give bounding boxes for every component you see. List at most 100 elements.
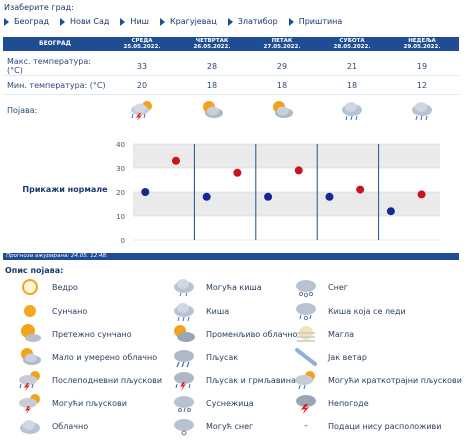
mostly-sunny-icon: [14, 323, 46, 345]
y-tick-label: 30: [116, 165, 125, 173]
legend-item: Могућа киша: [168, 276, 262, 298]
legend-label: Могућа киша: [206, 282, 262, 292]
legend-item: Киша: [168, 300, 229, 322]
city-label: Златибор: [237, 17, 278, 26]
legend-item: Сунчано: [14, 300, 87, 322]
city-link-pristina[interactable]: Приштина: [288, 17, 343, 26]
legend-label: Непогоде: [328, 398, 369, 408]
max-temp-value: 28: [206, 61, 218, 71]
possible-snow-icon: [168, 415, 200, 437]
fog-icon: [290, 323, 322, 345]
possible-showers-icon: [14, 392, 46, 414]
legend-item: Облачно: [14, 415, 88, 437]
thunder-shower-icon: [168, 369, 200, 391]
max-temp-point: [233, 168, 242, 177]
show-normals-link[interactable]: Прикажи нормале: [22, 185, 108, 194]
min-temp-value: 20: [136, 80, 148, 90]
legend-label: Претежно сунчано: [52, 329, 132, 339]
day-date: 27.05.2022.: [263, 44, 301, 50]
legend-item: Снег: [290, 276, 348, 298]
header-day: ПЕТАК 27.05.2022.: [247, 37, 317, 51]
legend-label: Јак ветар: [328, 352, 367, 362]
city-link-beograd[interactable]: Београд: [4, 17, 49, 26]
partly-cloudy-icon: [247, 99, 317, 121]
short-showers-icon: [290, 369, 322, 391]
day-date: 25.05.2022.: [123, 44, 161, 50]
possible-rain-icon: [168, 276, 200, 298]
y-tick-label: 40: [116, 141, 125, 149]
day-date: 26.05.2022.: [193, 44, 231, 50]
rain-icon: [387, 99, 457, 121]
sun-icon: [14, 300, 46, 322]
afternoon-showers-icon: [14, 369, 46, 391]
min-temp-point: [141, 188, 150, 196]
legend-label: Магла: [328, 329, 355, 339]
legend-label: Суснежица: [206, 398, 254, 408]
max-temp-point: [356, 185, 365, 194]
legend-item: Могућ снег: [168, 415, 253, 437]
y-tick-label: 10: [116, 213, 125, 221]
header-day: СУБОТА 28.05.2022.: [317, 37, 387, 51]
legend-item: Претежно сунчано: [14, 323, 132, 345]
legend-label: Снег: [328, 282, 348, 292]
legend-item: Могући краткотрајни пљускови: [290, 369, 462, 391]
arrow-right-icon: [120, 17, 126, 26]
min-temp-label: Мин. температура: (°C): [7, 80, 106, 90]
day-date: 29.05.2022.: [403, 44, 441, 50]
max-temp-point: [171, 156, 180, 165]
max-temp-value: 33: [136, 61, 148, 71]
chart-band: [133, 216, 440, 240]
legend-label: Могући пљускови: [52, 398, 127, 408]
city-label: Београд: [14, 17, 50, 26]
legend-item: Магла: [290, 323, 354, 345]
forecast-header: БЕОГРАД СРЕДА 25.05.2022. ЧЕТВРТАК 26.05.2…: [3, 37, 459, 51]
legend-item: Променљиво облачно: [168, 323, 297, 345]
legend-item: Киша која се леди: [290, 300, 406, 322]
min-temp-point: [386, 207, 395, 216]
min-temp-value: 12: [416, 80, 428, 90]
forecast-updated: Прогноза ажурирана: 24.05. 12:48.: [3, 253, 459, 260]
min-temp-value: 18: [346, 80, 358, 90]
legend-item: Пљусак и грмљавина: [168, 369, 296, 391]
snow-icon: [290, 276, 322, 298]
rain-icon: [168, 300, 200, 322]
rain-icon: [317, 99, 387, 121]
city-label: Нови Сад: [70, 17, 110, 26]
legend-label: Киша: [206, 306, 230, 316]
min-temp-point: [264, 192, 273, 201]
legend-label: Могући краткотрајни пљускови: [328, 375, 462, 385]
max-temp-point: [294, 166, 303, 175]
city-link-kragujevac[interactable]: Крагујевац: [159, 17, 217, 26]
city-link-nis[interactable]: Ниш: [120, 17, 149, 26]
legend-item: Непогоде: [290, 392, 369, 414]
legend-label: Пљусак: [206, 352, 239, 362]
sleet-icon: [168, 392, 200, 414]
temperature-chart-svg: Прикажи нормале 0 10 20 30 40: [22, 141, 440, 245]
chart-band: [133, 144, 440, 168]
legend-label: Пљусак и грмљавина: [206, 375, 296, 385]
y-tick-label: 0: [121, 237, 125, 245]
legend-item: Пљусак: [168, 346, 238, 368]
storm-icon: [290, 392, 322, 414]
partly-cloudy-icon: [177, 99, 247, 121]
legend-grid: Ведро Сунчано Претежно сунчано Мало и ум…: [0, 274, 468, 445]
legend-label: Могућ снег: [206, 421, 254, 431]
city-label: Приштина: [298, 17, 343, 26]
arrow-right-icon: [159, 17, 165, 26]
header-day: ЧЕТВРТАК 26.05.2022.: [177, 37, 247, 51]
strong-wind-icon: [290, 346, 322, 368]
arrow-right-icon: [288, 17, 294, 26]
y-tick-label: 20: [116, 189, 125, 197]
min-temp-value: 18: [276, 80, 288, 90]
city-link-zlatibor[interactable]: Златибор: [227, 17, 278, 26]
day-date: 28.05.2022.: [333, 44, 371, 50]
max-temp-point: [417, 190, 426, 199]
city-label: Ниш: [130, 17, 149, 26]
city-links: Београд Нови Сад Ниш Крагујевац Златибор…: [4, 17, 353, 26]
legend-label: Мало и умерено облачно: [52, 352, 158, 362]
min-temp-row: Мин. температура: (°C) 20 18 18 18 12: [3, 76, 459, 94]
min-temp-value: 18: [206, 80, 218, 90]
max-temp-row: Макс. температура: (°C) 33 28 29 21 19: [3, 57, 459, 75]
city-link-novi-sad[interactable]: Нови Сад: [60, 17, 109, 26]
variable-cloudy-icon: [168, 323, 200, 345]
